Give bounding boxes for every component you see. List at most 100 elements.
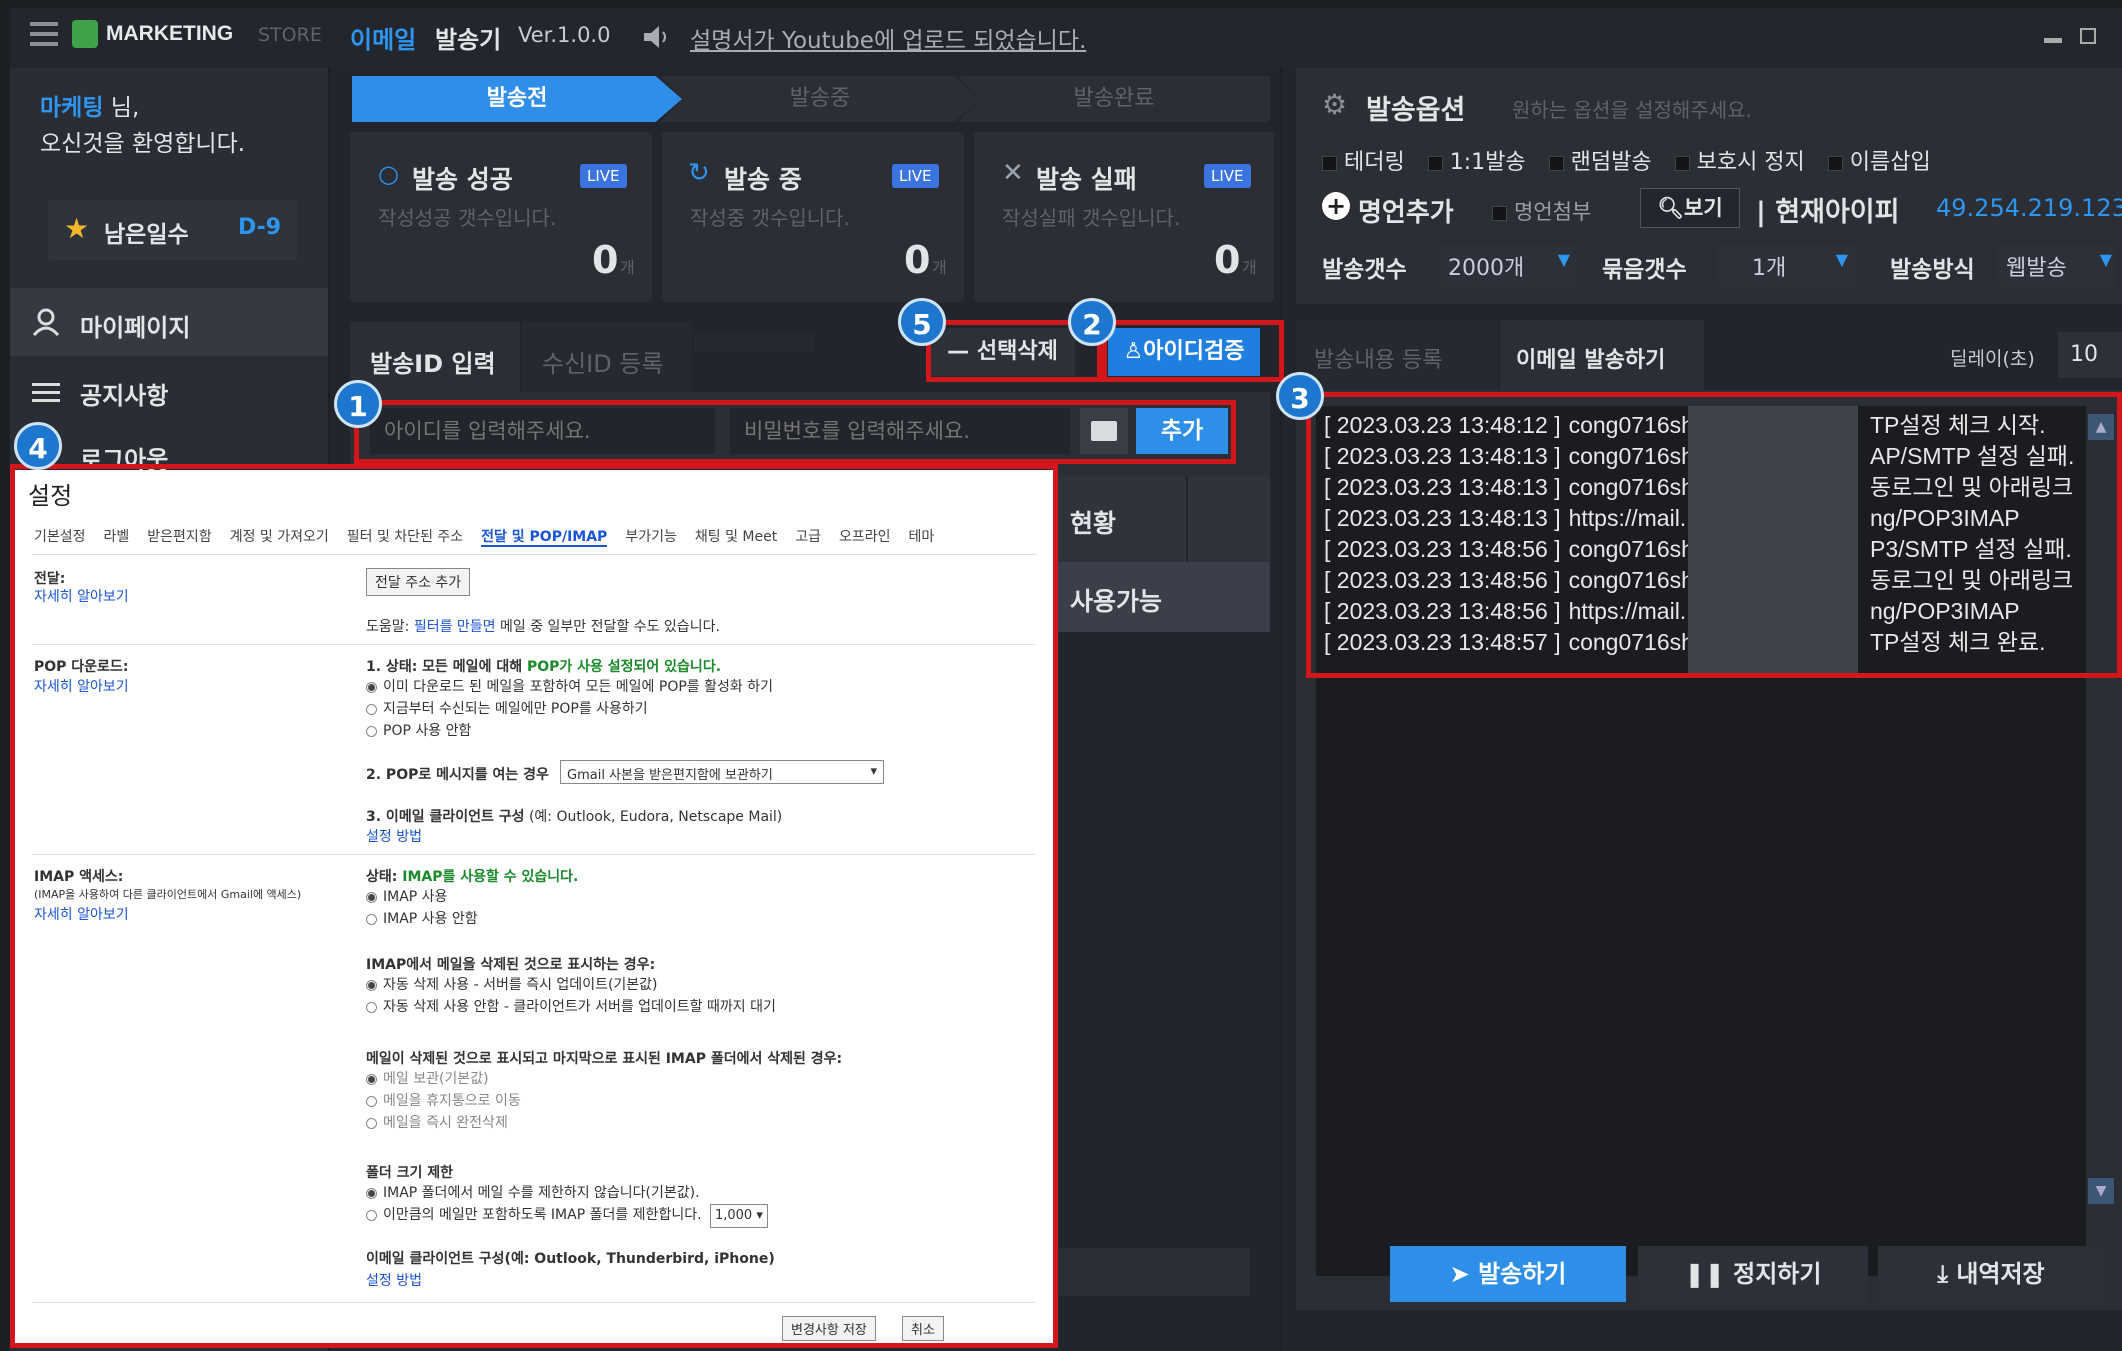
- callout-box-1: [354, 400, 1236, 464]
- circle-icon: ○: [378, 160, 399, 188]
- step-before-send: 발송전: [352, 76, 682, 122]
- refresh-icon: ↻: [688, 158, 710, 188]
- version-label: Ver.1.0.0: [518, 23, 611, 47]
- option-label: 이름삽입: [1849, 150, 1931, 175]
- tab-sender-id[interactable]: 발송ID 입력: [350, 322, 520, 392]
- view-button[interactable]: 🔍︎보기: [1640, 188, 1740, 228]
- hamburger-icon[interactable]: [30, 22, 58, 46]
- welcome-block: 마케팅 님, 오신것을 환영합니다.: [40, 90, 245, 162]
- x-icon: ✕: [1002, 158, 1024, 188]
- callout-box-3: [1306, 392, 2122, 678]
- chevron-down-icon: ▼: [1557, 250, 1570, 269]
- save-log-label: 내역저장: [1956, 1260, 2045, 1288]
- option-label: 랜덤발송: [1570, 150, 1652, 175]
- callout-number-4: 4: [14, 422, 62, 470]
- options-subtitle: 원하는 옵션을 설정해주세요.: [1512, 98, 1752, 122]
- current-ip-value: 49.254.219.123: [1936, 194, 2122, 222]
- callout-box-4: [10, 464, 1058, 1348]
- store-bag-icon: [72, 20, 98, 48]
- options-checks: 테더링 1:1발송 랜덤발송 보호시 정지 이름삽입: [1322, 144, 1931, 176]
- user-name: 마케팅: [40, 95, 104, 121]
- sidebar-item-label: 마이페이지: [80, 314, 191, 342]
- option-tethering[interactable]: 테더링: [1322, 150, 1405, 175]
- tab-spacer: [694, 332, 814, 352]
- live-badge: LIVE: [580, 164, 627, 188]
- send-button[interactable]: ➤ 발송하기: [1390, 1246, 1626, 1302]
- option-label: 1:1발송: [1449, 150, 1526, 175]
- sidebar-item-notice[interactable]: 공지사항: [10, 358, 328, 426]
- option-label: 테더링: [1344, 150, 1405, 175]
- checkbox[interactable]: [1322, 155, 1337, 171]
- sidebar-item-mypage[interactable]: 마이페이지: [10, 288, 328, 356]
- speaker-icon: [644, 26, 666, 48]
- attach-quote-option[interactable]: 명언첨부: [1492, 196, 1591, 226]
- bundle-count-select[interactable]: 1개 ▼: [1716, 244, 1856, 286]
- stat-value: 0: [904, 238, 931, 282]
- options-panel: ⚙ 발송옵션 원하는 옵션을 설정해주세요. 테더링 1:1발송 랜덤발송 보호…: [1282, 68, 2122, 1351]
- title-bar: MARKETING STORE 이메일 발송기 Ver.1.0.0 설명서가 Y…: [10, 8, 2122, 68]
- stat-unit: 개: [1242, 258, 1257, 277]
- step-label: 발송전: [486, 86, 548, 111]
- remaining-days-value: D-9: [238, 215, 282, 240]
- tab-receiver-id[interactable]: 수신ID 등록: [522, 322, 692, 392]
- stat-title: 발송 실패: [1036, 165, 1137, 194]
- stop-label: 정지하기: [1733, 1260, 1822, 1288]
- stop-button[interactable]: ❚❚ 정지하기: [1638, 1246, 1868, 1302]
- star-icon: ★: [64, 212, 90, 245]
- gear-icon: ⚙: [1322, 88, 1348, 121]
- maximize-icon[interactable]: [2080, 28, 2096, 44]
- stat-desc: 작성성공 갯수입니다.: [378, 206, 557, 230]
- checkbox[interactable]: [1674, 155, 1690, 171]
- tab-label: 수신ID 등록: [542, 350, 664, 378]
- app-title-prefix: 이메일: [350, 26, 417, 54]
- chevron-down-icon: ▼: [1835, 250, 1848, 269]
- current-ip-text: 현재아이피: [1775, 197, 1900, 228]
- option-label: 명언첨부: [1514, 200, 1592, 224]
- bundle-count-label: 묶음갯수: [1602, 257, 1687, 283]
- option-stop-protect[interactable]: 보호시 정지: [1674, 150, 1805, 175]
- send-label: 발송하기: [1478, 1260, 1567, 1288]
- option-label: 보호시 정지: [1696, 150, 1805, 175]
- delay-input[interactable]: 10: [2058, 332, 2122, 378]
- scroll-down-button[interactable]: ▼: [2088, 1178, 2114, 1204]
- tab-label: 이메일 발송하기: [1516, 348, 1666, 373]
- send-count-select[interactable]: 2000개 ▼: [1438, 244, 1578, 286]
- remaining-days-card: ★ 남은일수 D-9: [48, 200, 298, 260]
- callout-box-2: [1102, 320, 1284, 382]
- stat-unit: 개: [620, 258, 635, 277]
- stat-value: 0: [592, 238, 619, 282]
- user-icon: [32, 308, 60, 336]
- tab-content-register[interactable]: 발송내용 등록: [1296, 320, 1498, 390]
- sidebar-item-label: 공지사항: [80, 382, 169, 410]
- checkbox[interactable]: [1492, 205, 1507, 221]
- stat-desc: 작성실패 갯수입니다.: [1002, 206, 1181, 230]
- stat-card-success: ○ 발송 성공 LIVE 작성성공 갯수입니다. 0 개: [350, 132, 652, 302]
- stat-unit: 개: [932, 258, 947, 277]
- add-quote-label[interactable]: 명언추가: [1358, 192, 1454, 229]
- send-icon: ➤: [1449, 1260, 1479, 1288]
- option-insert-name[interactable]: 이름삽입: [1827, 150, 1931, 175]
- search-icon: 🔍︎: [1657, 196, 1685, 220]
- save-log-button[interactable]: ⤓ 내역저장: [1878, 1246, 2104, 1302]
- stat-title: 발송 성공: [412, 165, 513, 194]
- option-one-to-one[interactable]: 1:1발송: [1427, 150, 1526, 175]
- chevron-down-icon: ▼: [2099, 250, 2112, 269]
- plus-circle-icon[interactable]: +: [1322, 192, 1350, 220]
- step-complete: 발송완료: [958, 76, 1270, 122]
- minimize-icon[interactable]: [2044, 38, 2062, 43]
- column-divider: [1186, 476, 1188, 562]
- delay-label: 딜레이(초): [1950, 348, 2035, 370]
- tab-email-send[interactable]: 이메일 발송하기: [1500, 320, 1704, 390]
- send-count-label: 발송갯수: [1322, 257, 1407, 283]
- view-label: 보기: [1684, 196, 1723, 220]
- checkbox[interactable]: [1827, 155, 1843, 171]
- tab-label: 발송내용 등록: [1314, 348, 1443, 373]
- notice-link[interactable]: 설명서가 Youtube에 업로드 되었습니다.: [690, 21, 1086, 55]
- checkbox[interactable]: [1548, 155, 1564, 171]
- remaining-days-label: 남은일수: [104, 222, 189, 248]
- checkbox[interactable]: [1427, 155, 1443, 171]
- stat-card-sending: ↻ 발송 중 LIVE 작성중 갯수입니다. 0 개: [662, 132, 964, 302]
- send-method-select[interactable]: 웹발송 ▼: [1996, 244, 2116, 286]
- option-random[interactable]: 랜덤발송: [1548, 150, 1652, 175]
- step-label: 발송중: [789, 86, 851, 111]
